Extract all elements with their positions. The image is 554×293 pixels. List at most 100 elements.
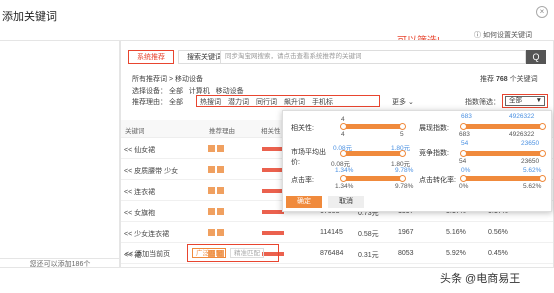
count-suffix: 个关键词: [509, 76, 538, 83]
bid-slider[interactable]: [343, 151, 403, 156]
comp-slider[interactable]: [463, 151, 543, 156]
comp-label: 竞争指数:: [419, 150, 449, 157]
filter-value: 全部: [509, 97, 522, 104]
relevance-max-handle[interactable]: [399, 123, 406, 130]
reason-label: 推荐理由：: [132, 99, 167, 106]
reason-potential[interactable]: 潜力词: [228, 97, 249, 106]
bid-label: 市场平均出价:: [291, 149, 326, 166]
impressions-slider[interactable]: [463, 124, 543, 129]
relevance-max: 5: [400, 131, 404, 138]
reason-tag-icon: [208, 166, 215, 173]
comp-max-top: 23650: [521, 140, 540, 147]
cvr-min: 0%: [459, 183, 469, 190]
relevance-label: 相关性:: [291, 125, 314, 132]
watermark: 头条 @电商易王: [440, 273, 521, 285]
comp-min-top: 54: [461, 140, 469, 147]
cell-bid: 0.58元: [358, 231, 379, 238]
selected-keywords-panel: [0, 40, 120, 268]
impressions-min-top: 683: [461, 113, 472, 120]
reason-tags: [208, 229, 226, 236]
help-link-label: 如何设置关键词: [483, 32, 532, 39]
reason-all[interactable]: 全部: [169, 99, 183, 106]
search-input[interactable]: 同步淘宝网搜索，请点击查看系统推荐的关键词: [220, 50, 526, 64]
keyword-count: 推荐 768 个关键词: [480, 74, 538, 84]
row-keyword[interactable]: << 女旗袍: [124, 208, 155, 218]
reason-tags: [208, 187, 226, 194]
close-icon[interactable]: ×: [536, 6, 548, 18]
cvr-max-handle[interactable]: [539, 175, 546, 182]
cvr-min-handle[interactable]: [460, 175, 467, 182]
row-keyword[interactable]: << 少女连衣裙: [124, 229, 169, 239]
more-label: 更多: [392, 99, 406, 106]
ctr-max: 9.78%: [395, 183, 414, 190]
ctr-min-handle[interactable]: [340, 175, 347, 182]
ctr-label: 点击率:: [291, 177, 314, 184]
relevance-bar: [262, 210, 284, 214]
bottom-bar: << 添加当前页 广泛匹配 精准匹配: [121, 244, 553, 262]
dialog-title: 添加关键词: [2, 11, 57, 23]
tab-bar: 系统推荐 搜索关键词: [128, 50, 231, 64]
breadcrumb: 所有推荐词 > 移动设备: [132, 76, 203, 83]
row-keyword[interactable]: << 连衣裙: [124, 187, 155, 197]
device-computer[interactable]: 计算机: [189, 88, 210, 95]
ctr-slider[interactable]: [343, 176, 403, 181]
impressions-max: 4926322: [509, 131, 535, 138]
broad-match-button[interactable]: 广泛匹配: [192, 248, 226, 258]
filter-select[interactable]: 全部 ▼: [505, 96, 545, 106]
relevance-bar: [262, 147, 284, 151]
bid-max-handle[interactable]: [399, 150, 406, 157]
reason-tag-icon: [208, 145, 215, 152]
cvr-slider[interactable]: [463, 176, 543, 181]
count-value: 768: [495, 76, 508, 83]
search-icon[interactable]: Q: [526, 50, 546, 64]
header-keyword: 关键词: [125, 128, 145, 135]
header-reason: 推荐理由: [209, 128, 235, 135]
reason-hot[interactable]: 热搜词: [200, 97, 221, 106]
table-row: [121, 263, 553, 264]
remaining-count: 您还可以添加186个: [0, 258, 120, 268]
reason-mobile[interactable]: 手机标: [312, 97, 333, 106]
cell-comp: 1967: [398, 229, 414, 236]
reason-peer[interactable]: 同行词: [256, 97, 277, 106]
device-all[interactable]: 全部: [169, 88, 183, 95]
bid-min-handle[interactable]: [340, 150, 347, 157]
reason-rising[interactable]: 飙升词: [284, 97, 305, 106]
comp-min: 54: [459, 158, 467, 165]
cell-cvr: 0.56%: [488, 229, 508, 236]
cvr-max: 5.62%: [523, 183, 542, 190]
cell-ctr: 5.16%: [446, 229, 466, 236]
reason-tag-icon: [208, 187, 215, 194]
exact-match-button[interactable]: 精准匹配: [230, 248, 264, 258]
more-dropdown[interactable]: 更多 ⌄: [392, 97, 414, 107]
relevance-bar: [262, 168, 284, 172]
add-page-button[interactable]: << 添加当前页: [125, 249, 170, 259]
table-row: [121, 221, 553, 222]
reason-tag-icon: [217, 145, 224, 152]
help-icon: ⓘ: [474, 32, 482, 39]
comp-min-handle[interactable]: [460, 150, 467, 157]
comp-max: 23650: [521, 158, 540, 165]
comp-max-handle[interactable]: [539, 150, 546, 157]
device-label: 选择设备：: [132, 88, 167, 95]
impressions-max-handle[interactable]: [539, 123, 546, 130]
relevance-slider[interactable]: [343, 124, 403, 129]
relevance-bar: [262, 189, 284, 193]
ctr-max-handle[interactable]: [399, 175, 406, 182]
row-keyword[interactable]: << 皮质腰带 少女: [124, 166, 178, 176]
device-mobile[interactable]: 移动设备: [216, 88, 244, 95]
reason-tag-icon: [217, 187, 224, 194]
impressions-max-top: 4926322: [509, 113, 535, 120]
relevance-min-top: 4: [341, 116, 345, 123]
cell-impressions: 114145: [320, 229, 343, 236]
impressions-min-handle[interactable]: [460, 123, 467, 130]
impressions-label: 展现指数:: [419, 125, 449, 132]
relevance-min-handle[interactable]: [340, 123, 347, 130]
reason-row: 推荐理由： 全部: [132, 97, 183, 107]
help-link[interactable]: ⓘ 如何设置关键词: [474, 30, 532, 40]
cvr-label: 点击转化率:: [419, 177, 456, 184]
row-keyword[interactable]: << 仙女裙: [124, 145, 155, 155]
confirm-button[interactable]: 确定: [286, 196, 322, 208]
tab-system-recommend[interactable]: 系统推荐: [128, 50, 174, 64]
cancel-button[interactable]: 取消: [328, 196, 364, 208]
ctr-min: 1.34%: [335, 183, 354, 190]
